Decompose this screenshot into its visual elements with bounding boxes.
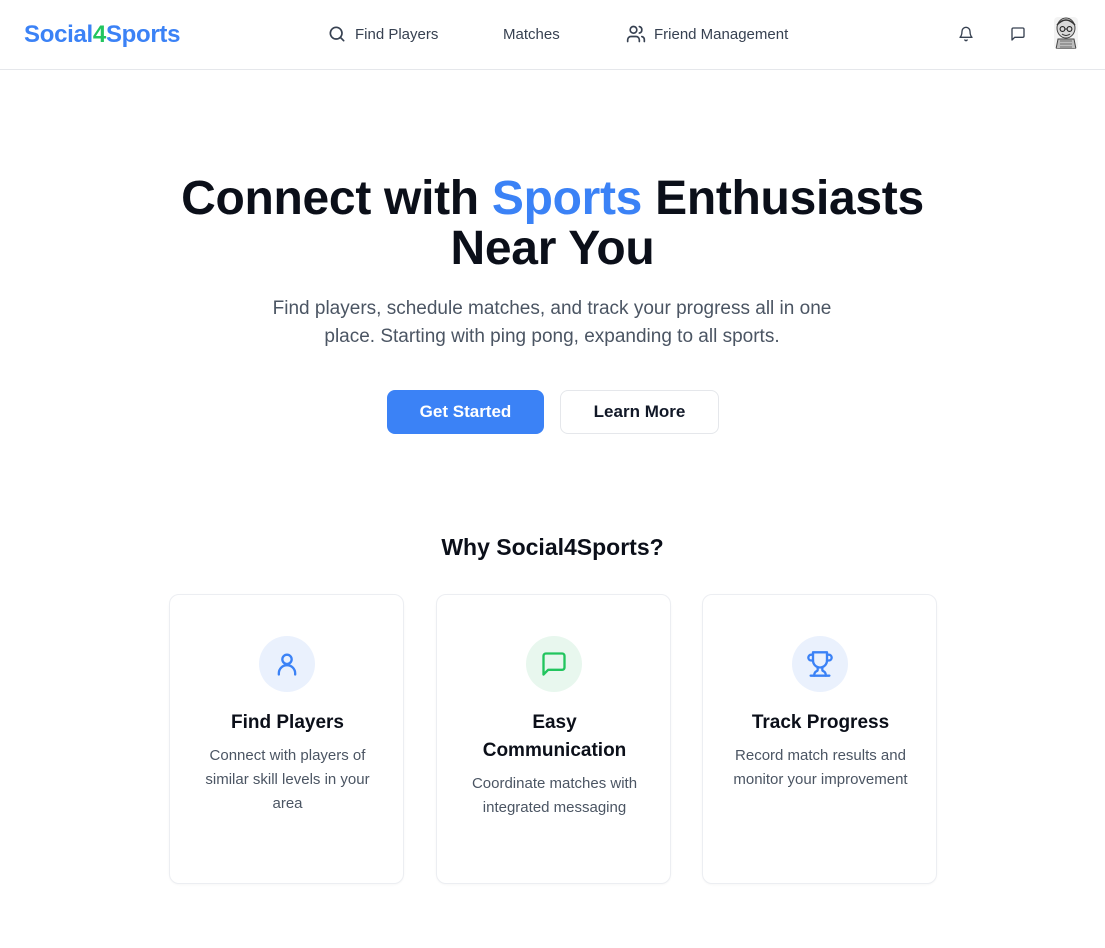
hero-subtitle: Find players, schedule matches, and trac… (272, 298, 832, 347)
user-icon (277, 653, 297, 676)
notifications-button[interactable] (954, 22, 978, 46)
message-square-icon (542, 652, 566, 676)
hero-title-accent: Sports (491, 172, 643, 225)
feature-icon-wrapper (259, 636, 315, 692)
feature-title: Easy Communication (482, 712, 627, 761)
feature-title: Find Players (231, 712, 344, 733)
hero-title-line2: Near You (450, 222, 655, 275)
search-icon (329, 26, 345, 42)
learn-more-button[interactable]: Learn More (560, 390, 719, 434)
message-icon (1011, 27, 1025, 41)
nav-find-players[interactable]: Find Players (327, 20, 438, 48)
get-started-button[interactable]: Get Started (387, 390, 544, 434)
nav-matches[interactable]: Matches (503, 20, 560, 48)
hero-title-after: Enthusiasts (642, 172, 924, 225)
nav-friend-management-label: Friend Management (654, 25, 789, 43)
feature-description: Record match results and monitor your im… (733, 747, 908, 788)
feature-card-find-players: Find Players Connect with players of sim… (169, 594, 404, 884)
feature-description: Coordinate matches with integrated messa… (471, 775, 638, 816)
users-icon (626, 25, 646, 43)
brand-part-social: Social (24, 21, 93, 48)
top-navbar: Social4Sports Find Players Matches Frien… (0, 0, 1105, 70)
messages-button[interactable] (1006, 22, 1030, 46)
bell-icon (959, 26, 973, 42)
feature-icon-wrapper (526, 636, 582, 692)
trophy-icon (807, 651, 833, 677)
hero-title-before: Connect with (181, 172, 492, 225)
hero-title: Connect with Sports Enthusiasts Near You (0, 174, 1105, 274)
feature-card-track-progress: Track Progress Record match results and … (702, 594, 937, 884)
avatar[interactable] (1054, 17, 1078, 49)
brand-part-sports: Sports (105, 21, 181, 48)
features-section-title: Why Social4Sports? (441, 534, 664, 560)
nav-matches-label: Matches (503, 25, 560, 43)
feature-card-easy-communication: Easy Communication Coordinate matches wi… (436, 594, 671, 884)
feature-description: Connect with players of similar skill le… (205, 747, 370, 812)
feature-icon-wrapper (792, 636, 848, 692)
brand-logo[interactable]: Social4Sports (24, 19, 180, 51)
feature-title: Track Progress (751, 712, 890, 733)
nav-find-players-label: Find Players (355, 25, 439, 43)
brand-part-4: 4 (92, 21, 106, 48)
nav-friend-management[interactable]: Friend Management (626, 20, 788, 48)
